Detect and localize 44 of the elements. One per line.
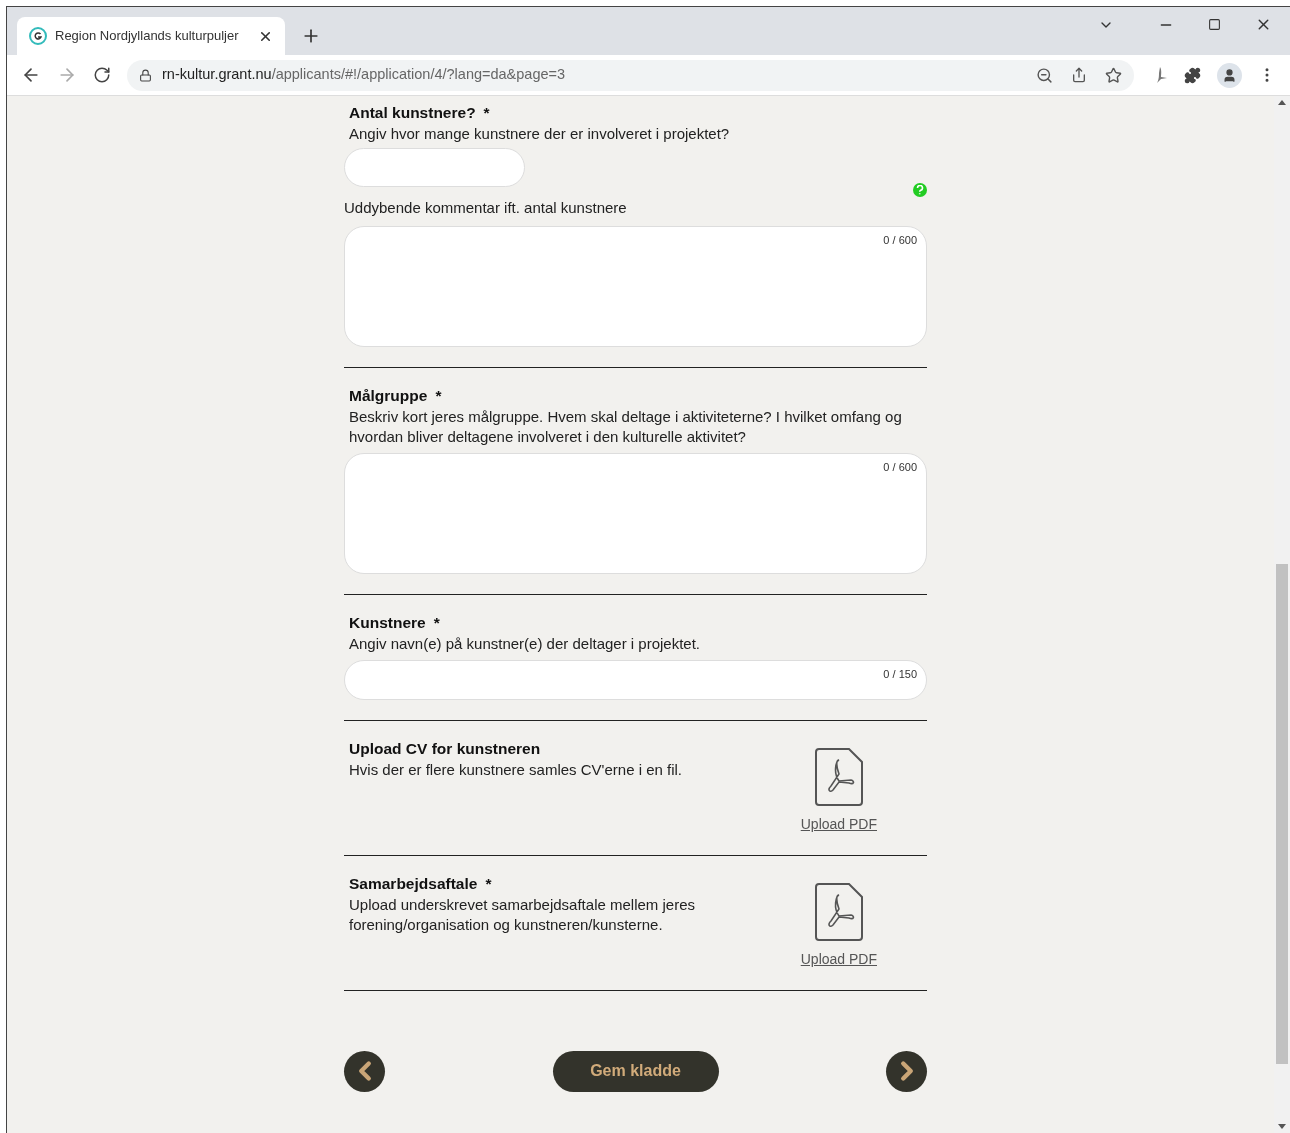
site-favicon — [29, 27, 47, 45]
browser-tab[interactable]: Region Nordjyllands kulturpuljer — [17, 17, 285, 55]
text-input-field[interactable]: 0 / 150 — [344, 659, 927, 700]
question-title: Upload CV for kunstneren — [349, 738, 541, 759]
zoom-out-icon[interactable] — [1036, 66, 1053, 84]
profile-avatar[interactable] — [1217, 62, 1242, 88]
scroll-down-arrow-icon[interactable] — [1278, 1124, 1286, 1129]
question-description: Angiv navn(e) på kunstner(e) der deltager i projektet. — [349, 633, 702, 654]
character-counter: 0 / 600 — [883, 459, 917, 475]
question-description: Beskriv kort jeres målgruppe. Hvem skal deltage i aktiviteterne? I hvilket omfang og hvordan bliver deltagene involveret i den kulturelle aktivitet? — [349, 406, 903, 447]
question-description: Angiv hvor mange kunstnere der er involveret i projektet? — [349, 124, 731, 144]
question-description: Upload underskrevet samarbejdsaftale mellem jeres forening/organisation og kunstneren/kunsterne. — [349, 894, 696, 935]
maximize-icon[interactable] — [1208, 18, 1221, 31]
character-counter: 0 / 150 — [883, 666, 917, 682]
url-text: rn-kultur.grant.nu/applicants/#!/application/4/?lang=da&page=3 — [162, 65, 566, 85]
share-icon[interactable] — [1071, 67, 1087, 83]
question-title: Kunstnere — [349, 612, 426, 633]
number-input-field[interactable] — [344, 148, 525, 187]
pdf-file-icon — [814, 747, 863, 806]
required-asterisk: * — [483, 103, 490, 123]
scroll-up-arrow-icon[interactable] — [1278, 100, 1286, 105]
character-counter: 0 / 600 — [883, 232, 917, 248]
save-draft-button[interactable]: Gem kladde — [552, 1050, 719, 1092]
upload-pdf-link[interactable]: Upload PDF — [800, 813, 877, 835]
textarea-field[interactable]: 0 / 600 — [344, 452, 927, 574]
address-bar[interactable]: rn-kultur.grant.nu/applicants/#!/application/4/?lang=da&page=3 — [127, 59, 1134, 91]
bookmark-star-icon[interactable] — [1105, 66, 1122, 84]
next-page-button[interactable] — [886, 1050, 927, 1092]
pdf-file-icon — [814, 882, 863, 941]
required-asterisk: * — [485, 873, 492, 894]
required-asterisk: * — [435, 385, 442, 406]
reload-icon[interactable] — [93, 66, 111, 84]
question-title: Målgruppe — [349, 385, 428, 406]
question-description: Hvis der er flere kunstnere samles CV'erne i en fil. — [349, 759, 683, 780]
textarea-field[interactable]: 0 / 600 — [344, 225, 927, 347]
question-title: Samarbejdsaftale — [349, 873, 478, 894]
previous-page-button[interactable] — [344, 1050, 385, 1092]
lock-icon — [139, 68, 152, 82]
extensions-icon[interactable] — [1184, 66, 1201, 84]
tab-title: Region Nordjyllands kulturpuljer — [55, 27, 240, 46]
question-title: Antal kunstnere? — [349, 103, 476, 123]
field-label: Uddybende kommentar ift. antal kunstnere — [344, 198, 628, 218]
required-asterisk: * — [433, 612, 440, 633]
upload-pdf-link[interactable]: Upload PDF — [800, 948, 877, 970]
